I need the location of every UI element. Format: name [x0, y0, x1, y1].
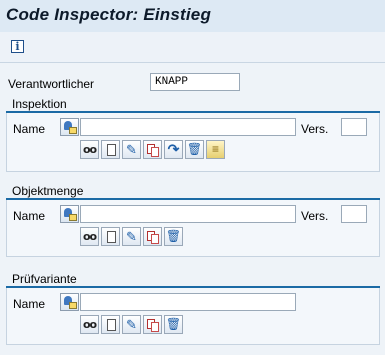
- info-icon[interactable]: i: [11, 40, 24, 53]
- inspection-name-field[interactable]: [80, 118, 296, 136]
- create-icon[interactable]: [101, 227, 120, 246]
- inspection-section-title: Inspektion: [12, 97, 67, 111]
- object-set-name-field[interactable]: [80, 205, 296, 223]
- delete-icon[interactable]: 🗑: [164, 227, 183, 246]
- inspection-value-help-button[interactable]: [60, 118, 79, 136]
- copy-icon[interactable]: [143, 227, 162, 246]
- object-set-version-field[interactable]: [341, 205, 367, 223]
- display-icon[interactable]: ᴏᴏ: [80, 227, 99, 246]
- change-icon[interactable]: ✎: [122, 315, 141, 334]
- object-set-section-title: Objektmenge: [12, 184, 84, 198]
- object-set-name-label: Name: [13, 209, 46, 223]
- object-set-value-help-button[interactable]: [60, 205, 79, 223]
- display-icon[interactable]: ᴏᴏ: [80, 140, 99, 159]
- title-bar: Code Inspector: Einstieg: [0, 0, 385, 32]
- execute-icon[interactable]: ↷: [164, 140, 183, 159]
- create-icon[interactable]: [101, 315, 120, 334]
- inspection-version-label: Vers.: [301, 122, 329, 136]
- copy-icon[interactable]: [143, 315, 162, 334]
- page-title: Code Inspector: Einstieg: [6, 5, 212, 24]
- inspection-version-field[interactable]: [341, 118, 367, 136]
- display-icon[interactable]: ᴏᴏ: [80, 315, 99, 334]
- change-icon[interactable]: ✎: [122, 140, 141, 159]
- delete-icon[interactable]: 🗑: [164, 315, 183, 334]
- responsible-field[interactable]: KNAPP: [150, 73, 240, 91]
- check-variant-name-field[interactable]: [80, 293, 296, 311]
- delete-icon[interactable]: 🗑: [185, 140, 204, 159]
- object-set-version-label: Vers.: [301, 209, 329, 223]
- check-variant-value-help-button[interactable]: [60, 293, 79, 311]
- create-icon[interactable]: [101, 140, 120, 159]
- check-variant-name-label: Name: [13, 297, 46, 311]
- inspection-name-label: Name: [13, 122, 46, 136]
- responsible-label: Verantwortlicher: [8, 77, 95, 91]
- application-toolbar: i: [0, 32, 385, 63]
- copy-icon[interactable]: [143, 140, 162, 159]
- change-icon[interactable]: ✎: [122, 227, 141, 246]
- check-variant-section-title: Prüfvariante: [12, 272, 77, 286]
- results-icon[interactable]: ≡: [206, 140, 225, 159]
